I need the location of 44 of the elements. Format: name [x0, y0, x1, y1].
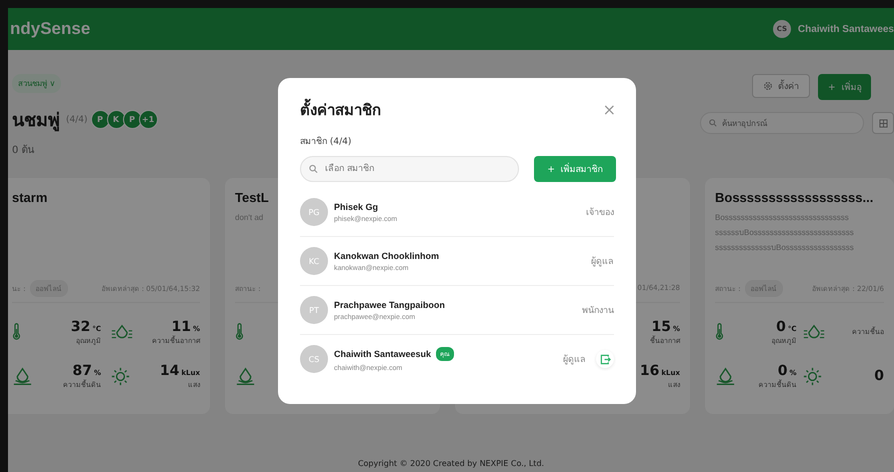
- grid-icon: [878, 118, 888, 128]
- member-chip[interactable]: P: [90, 110, 110, 129]
- device-description: Bosssssssssssssssssssssssssssssss: [715, 212, 849, 224]
- settings-label: ตั้งค่า: [778, 79, 799, 93]
- member-count-label: สมาชิก (4/4): [300, 136, 352, 148]
- member-role[interactable]: เจ้าของ: [586, 205, 614, 219]
- device-name: starm: [12, 190, 48, 205]
- device-description: ssssssบBosssssssssssssssssssssssss: [715, 227, 854, 239]
- member-role[interactable]: ผู้ดูแล: [563, 352, 586, 366]
- device-description: ssssssssssssssบBosssssssssssssssss: [715, 242, 854, 254]
- gear-icon: [763, 81, 773, 91]
- search-icon: [309, 164, 318, 174]
- device-search-field[interactable]: ค้นหาอุปกรณ์: [700, 112, 864, 134]
- copyright-text: Copyright © 2020 Created by NEXPIE Co., Ltd.: [358, 459, 544, 468]
- close-button[interactable]: ×: [602, 102, 616, 118]
- view-toggle-button[interactable]: [872, 112, 894, 134]
- member-chip[interactable]: K: [106, 110, 126, 129]
- device-name: Bossssssssssssssssss...: [715, 190, 874, 205]
- member-name: Prachpawee Tangpaiboon: [334, 300, 445, 310]
- member-count: (4/4): [66, 114, 88, 124]
- breadcrumb-dropdown[interactable]: สวนชมพู่ ∨: [12, 74, 62, 93]
- member-chip[interactable]: P: [122, 110, 142, 129]
- member-role[interactable]: พนักงาน: [582, 303, 614, 317]
- user-name[interactable]: Chaiwith Santawees: [798, 24, 894, 34]
- leave-button[interactable]: [596, 350, 614, 368]
- farm-title: นชมพู่: [12, 109, 60, 134]
- member-chip[interactable]: +1: [138, 110, 158, 129]
- tree-count: 0 ต้น: [12, 144, 35, 157]
- device-name: TestL: [235, 190, 269, 205]
- exit-icon: [600, 354, 610, 364]
- app-logo: ndySense: [10, 19, 90, 39]
- add-member-button[interactable]: + เพิ่มสมาชิก: [534, 156, 616, 182]
- search-icon: [709, 119, 717, 127]
- member-search-field[interactable]: เลือก สมาชิก: [300, 156, 519, 182]
- device-card[interactable]: [705, 178, 894, 414]
- member-name: Kanokwan Chooklinhom: [334, 250, 440, 260]
- add-device-button[interactable]: + เพิ่มอุ: [818, 74, 872, 100]
- sensor-value: 0: [874, 368, 884, 384]
- member-name: Phisek Gg: [334, 202, 378, 212]
- member-role[interactable]: ผู้ดูแล: [591, 254, 614, 268]
- dialog-title: ตั้งค่าสมาชิก: [300, 98, 381, 122]
- settings-button[interactable]: ตั้งค่า: [752, 74, 810, 98]
- device-description: don't ad: [235, 212, 264, 224]
- member-name: Chaiwith Santaweesuk: [334, 348, 432, 358]
